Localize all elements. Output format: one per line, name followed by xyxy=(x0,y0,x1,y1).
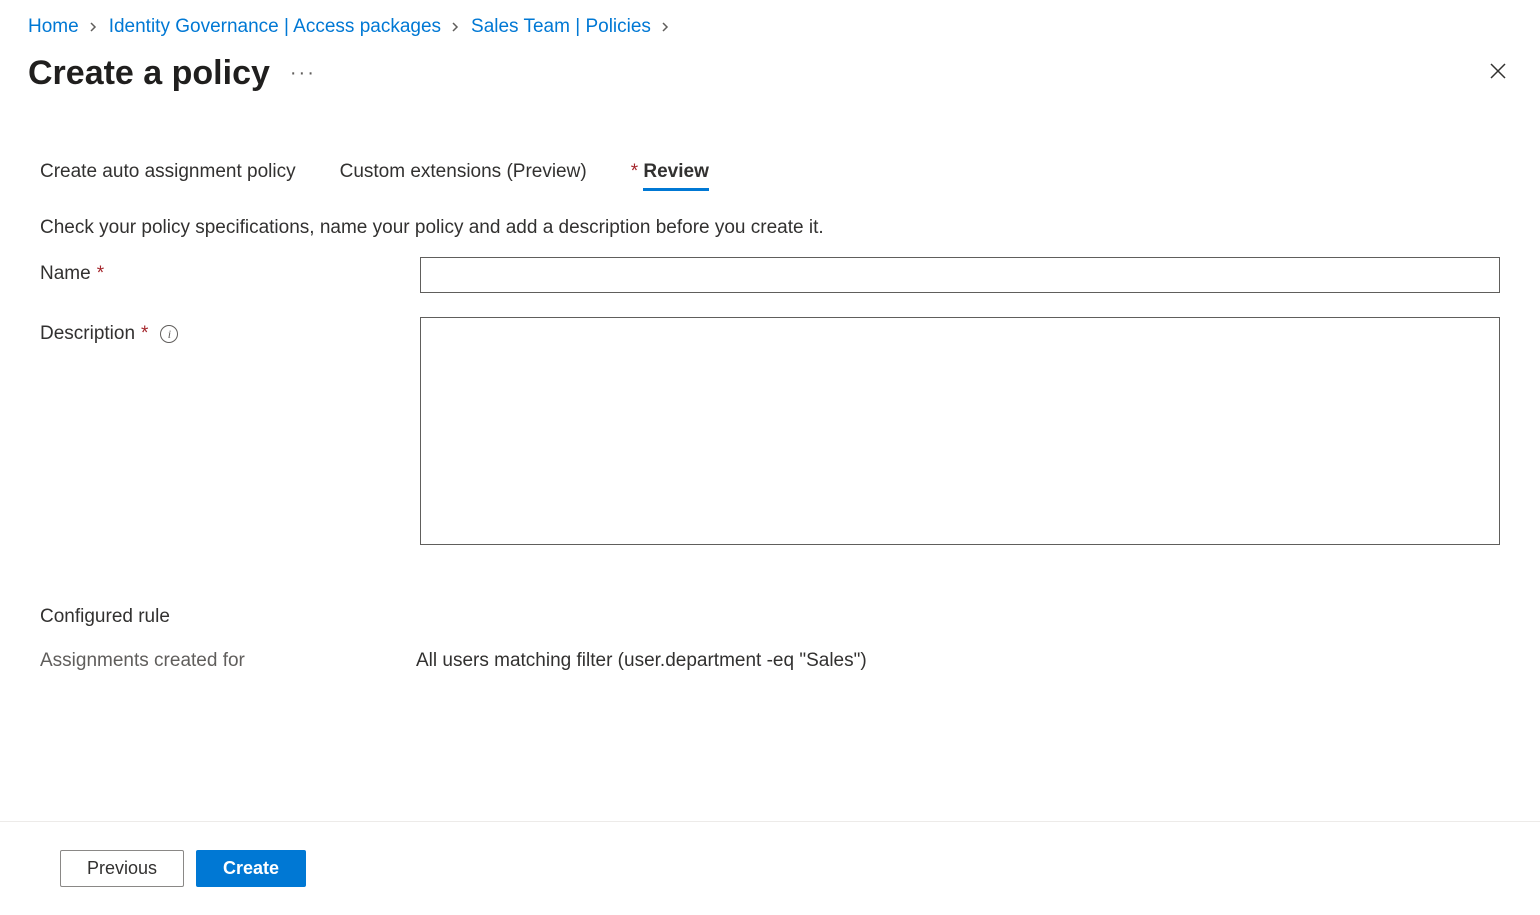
description-label: Description * i xyxy=(40,317,420,345)
name-label: Name * xyxy=(40,257,420,285)
description-row: Description * i xyxy=(40,317,1500,550)
page-header: Create a policy ··· xyxy=(0,46,1540,101)
configured-rule-title: Configured rule xyxy=(40,606,1500,628)
create-button[interactable]: Create xyxy=(196,850,306,887)
tab-custom-extensions[interactable]: Custom extensions (Preview) xyxy=(340,161,587,189)
assignments-row: Assignments created for All users matchi… xyxy=(40,650,1500,672)
more-icon[interactable]: ··· xyxy=(290,62,316,85)
breadcrumb-sales-team-policies[interactable]: Sales Team | Policies xyxy=(471,16,651,38)
assignments-value: All users matching filter (user.departme… xyxy=(416,650,867,672)
tab-review-label: Review xyxy=(643,161,708,182)
tab-review[interactable]: * Review xyxy=(631,161,709,189)
previous-button[interactable]: Previous xyxy=(60,850,184,887)
instruction-text: Check your policy specifications, name y… xyxy=(40,217,1500,239)
tab-create-auto-assignment[interactable]: Create auto assignment policy xyxy=(40,161,296,189)
close-icon xyxy=(1488,61,1508,81)
breadcrumb-home[interactable]: Home xyxy=(28,16,79,38)
chevron-right-icon xyxy=(451,19,461,35)
breadcrumb-identity-governance[interactable]: Identity Governance | Access packages xyxy=(109,16,441,38)
breadcrumb: Home Identity Governance | Access packag… xyxy=(0,0,1540,46)
close-button[interactable] xyxy=(1484,57,1512,90)
required-indicator: * xyxy=(141,323,148,345)
chevron-right-icon xyxy=(661,19,671,35)
chevron-right-icon xyxy=(89,19,99,35)
description-input[interactable] xyxy=(420,317,1500,545)
info-icon[interactable]: i xyxy=(160,325,178,343)
page-title: Create a policy xyxy=(28,54,270,93)
assignments-label: Assignments created for xyxy=(40,650,416,672)
main-content: Create auto assignment policy Custom ext… xyxy=(0,101,1540,672)
footer: Previous Create xyxy=(0,821,1540,915)
name-input[interactable] xyxy=(420,257,1500,293)
name-row: Name * xyxy=(40,257,1500,293)
tabs: Create auto assignment policy Custom ext… xyxy=(40,161,1500,189)
required-indicator: * xyxy=(97,263,104,285)
